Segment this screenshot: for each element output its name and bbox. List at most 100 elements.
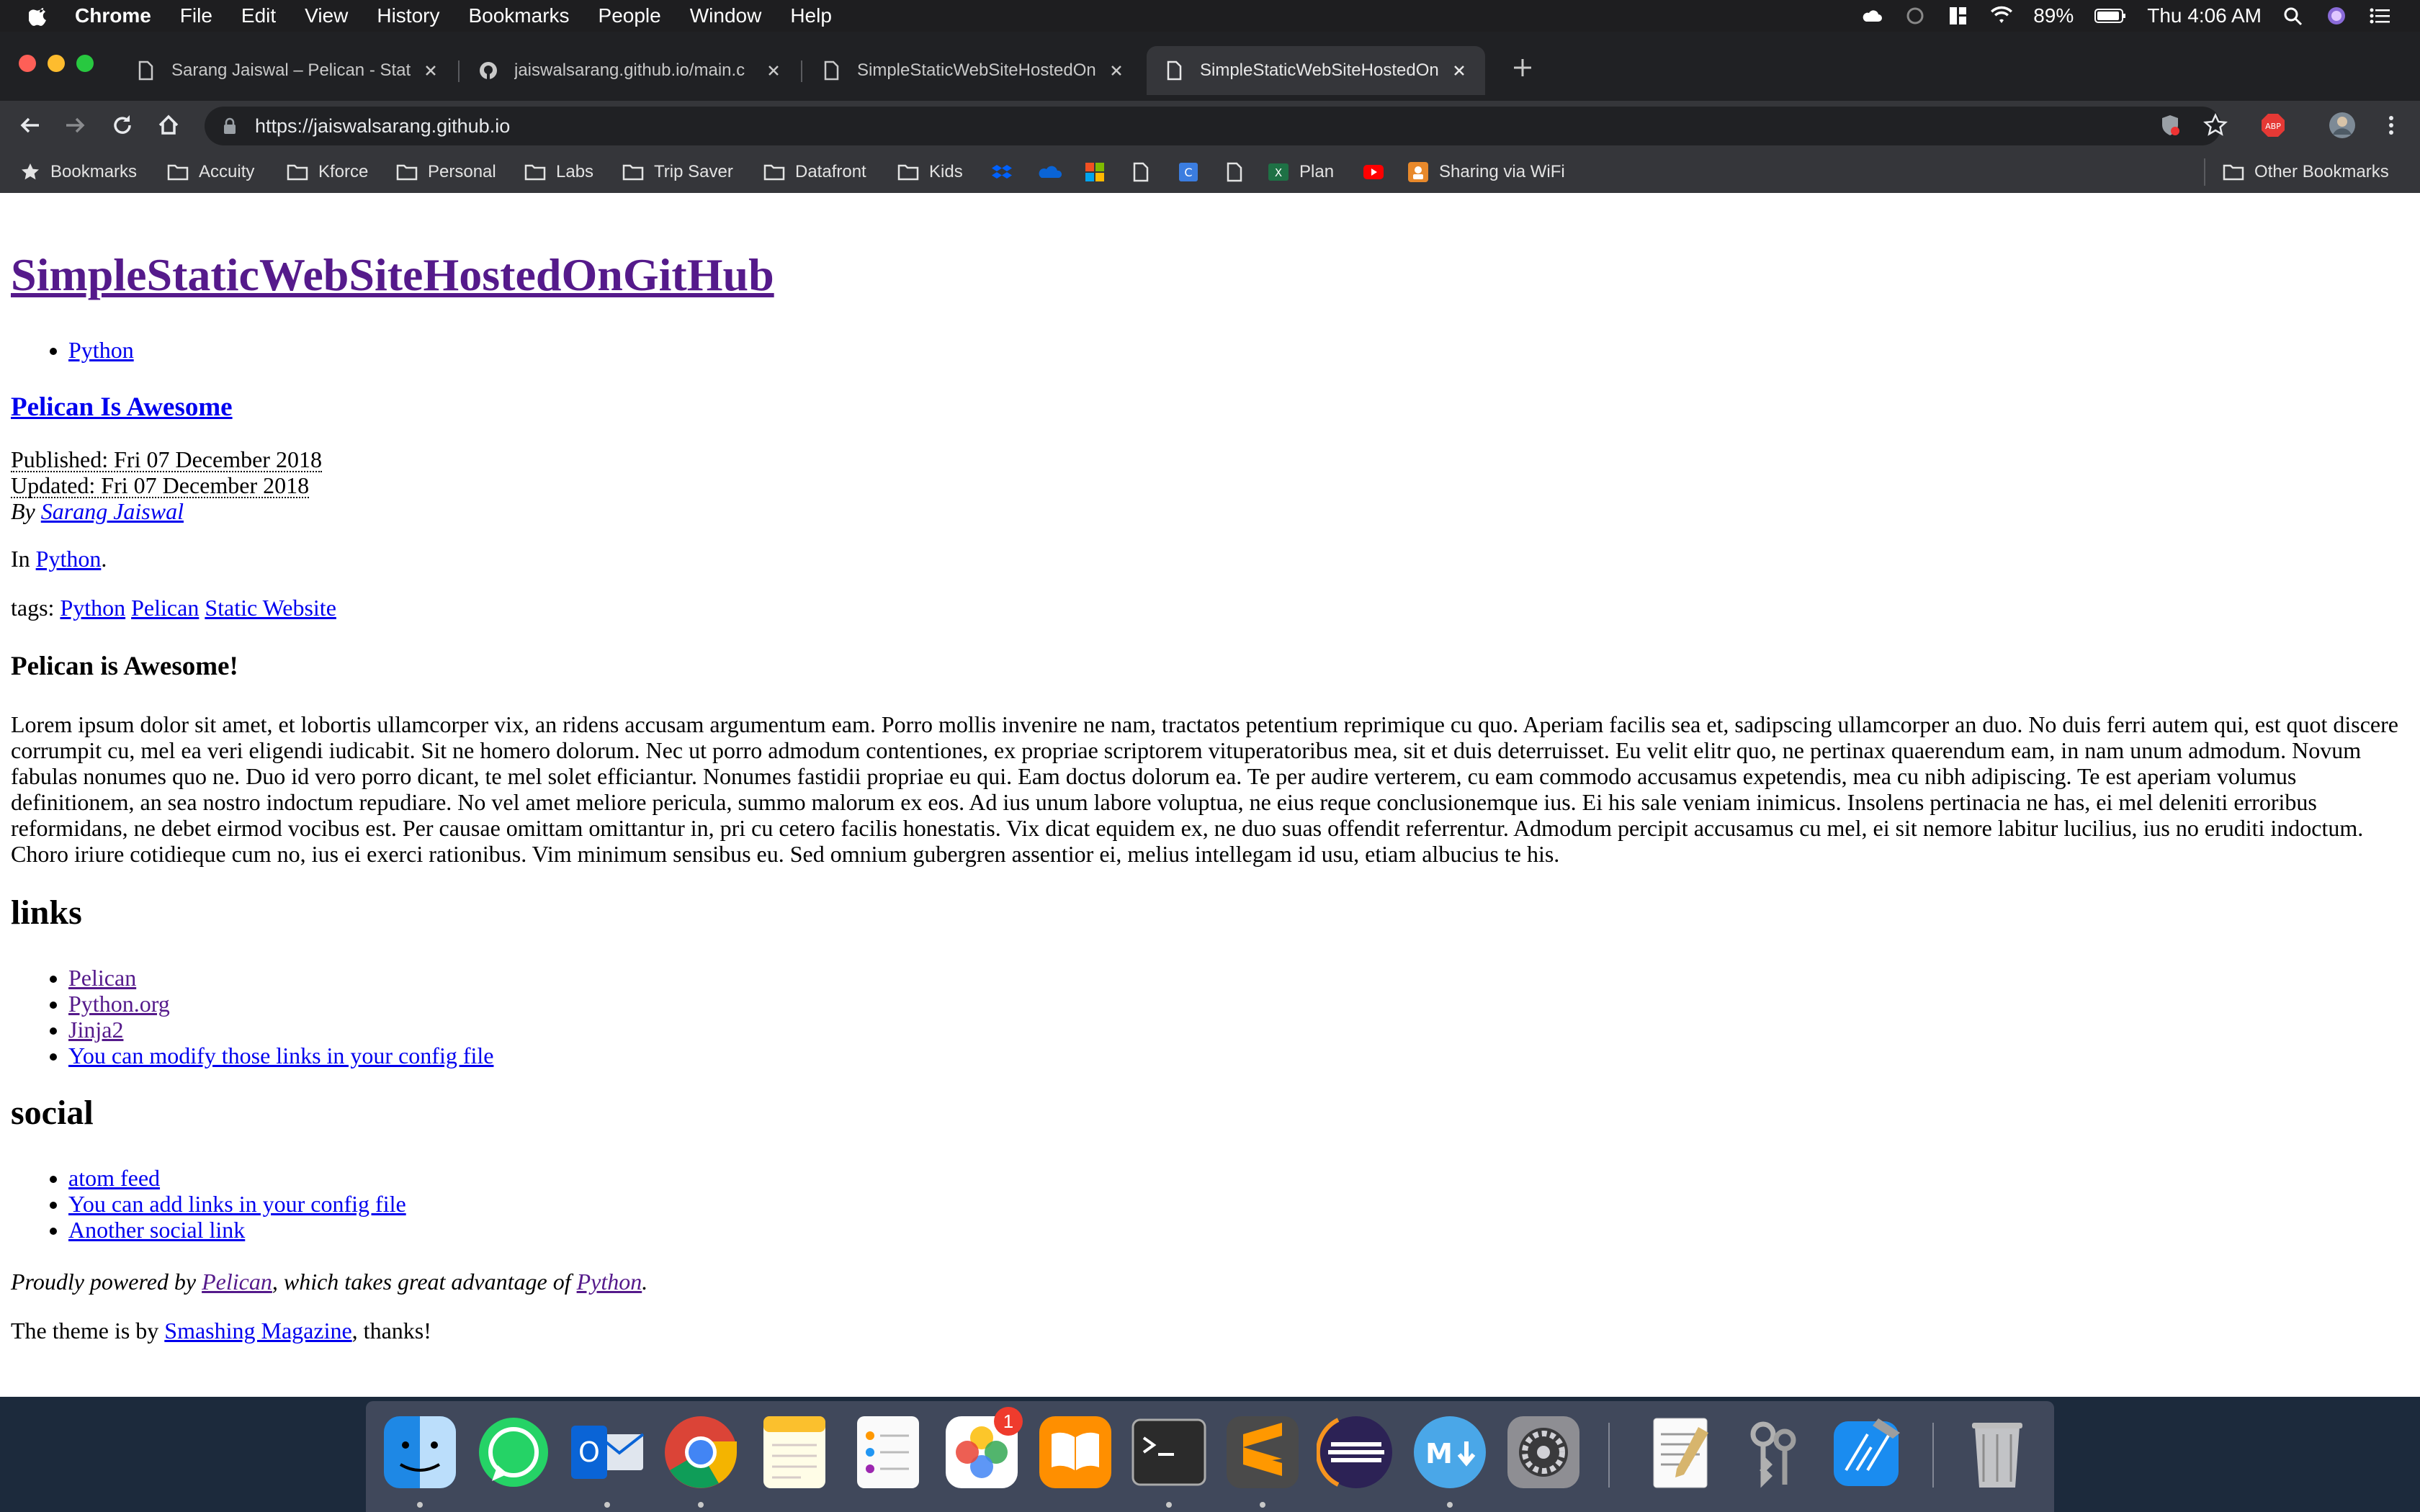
- social-add-links[interactable]: You can add links in your config file: [68, 1191, 406, 1217]
- sublime-text-icon[interactable]: [1223, 1413, 1302, 1492]
- siri-icon[interactable]: [2325, 6, 2348, 26]
- tab-2[interactable]: jaiswalsarang.github.io/main.c: [461, 46, 799, 95]
- tab-3[interactable]: SimpleStaticWebSiteHostedOn: [804, 46, 1142, 95]
- document-icon[interactable]: [1132, 162, 1150, 182]
- menu-help[interactable]: Help: [790, 4, 832, 27]
- back-icon[interactable]: [16, 111, 45, 140]
- whatsapp-icon[interactable]: [474, 1413, 553, 1492]
- trash-icon[interactable]: [1958, 1413, 2037, 1492]
- menu-edit[interactable]: Edit: [241, 4, 276, 27]
- footer-smashing-link[interactable]: Smashing Magazine: [164, 1318, 351, 1344]
- minimize-window-button[interactable]: [48, 55, 65, 72]
- xcode-icon[interactable]: [1828, 1413, 1907, 1492]
- bookmark-folder-accuity[interactable]: Accuity: [167, 151, 254, 193]
- keychain-access-icon[interactable]: [1734, 1413, 1814, 1492]
- bookmark-other-bookmarks[interactable]: Other Bookmarks: [2223, 151, 2389, 193]
- bookmark-folder-datafront[interactable]: Datafront: [763, 151, 866, 193]
- menu-window[interactable]: Window: [690, 4, 762, 27]
- bookmark-label: Kforce: [318, 162, 369, 181]
- close-tab-icon[interactable]: [1108, 62, 1125, 79]
- link-python-org[interactable]: Python.org: [68, 991, 170, 1017]
- author-link[interactable]: Sarang Jaiswal: [41, 498, 184, 524]
- c-app-icon[interactable]: C: [1178, 162, 1198, 182]
- bookmark-folder-trip-saver[interactable]: Trip Saver: [622, 151, 733, 193]
- cloud-icon[interactable]: [1860, 6, 1883, 26]
- profile-avatar-icon[interactable]: [2328, 111, 2357, 140]
- apple-icon[interactable]: [29, 5, 50, 27]
- zoom-window-button[interactable]: [76, 55, 94, 72]
- nav-link-python[interactable]: Python: [68, 337, 134, 363]
- footer-python-link[interactable]: Python: [577, 1269, 642, 1295]
- terminal-icon[interactable]: [1129, 1413, 1209, 1492]
- footer-theme-prefix: The theme is by: [11, 1318, 159, 1344]
- bookmark-folder-kforce[interactable]: Kforce: [287, 151, 368, 193]
- footer-pelican-link[interactable]: Pelican: [202, 1269, 272, 1295]
- menu-people[interactable]: People: [599, 4, 661, 27]
- menu-app-name[interactable]: Chrome: [75, 4, 151, 27]
- window-layout-icon[interactable]: [1947, 6, 1970, 26]
- close-tab-icon[interactable]: [422, 62, 439, 79]
- link-pelican[interactable]: Pelican: [68, 965, 136, 991]
- chrome-menu-icon[interactable]: [2377, 111, 2406, 140]
- menu-history[interactable]: History: [377, 4, 439, 27]
- bookmark-folder-personal[interactable]: Personal: [396, 151, 496, 193]
- bookmark-folder-labs[interactable]: Labs: [524, 151, 593, 193]
- onedrive-icon[interactable]: [1037, 163, 1062, 181]
- close-tab-icon[interactable]: [1451, 62, 1468, 79]
- battery-icon[interactable]: [2094, 6, 2127, 26]
- books-icon[interactable]: [1036, 1413, 1115, 1492]
- tab-4-active[interactable]: SimpleStaticWebSiteHostedOn: [1147, 46, 1485, 95]
- eclipse-icon[interactable]: [1317, 1413, 1396, 1492]
- finder-icon[interactable]: [380, 1413, 460, 1492]
- sync-icon[interactable]: [1904, 6, 1927, 26]
- notification-center-icon[interactable]: [2368, 6, 2391, 26]
- notes-icon[interactable]: [755, 1413, 834, 1492]
- bookmark-star-icon[interactable]: [2201, 111, 2230, 140]
- menu-view[interactable]: View: [305, 4, 348, 27]
- microsoft-icon[interactable]: [1085, 162, 1105, 182]
- markdown-editor-icon[interactable]: M: [1410, 1413, 1489, 1492]
- tag-link-static-website[interactable]: Static Website: [205, 595, 336, 621]
- system-preferences-icon[interactable]: [1504, 1413, 1583, 1492]
- forward-icon[interactable]: [60, 111, 89, 140]
- document-icon[interactable]: [1226, 162, 1243, 182]
- menu-file[interactable]: File: [180, 4, 212, 27]
- chrome-icon[interactable]: [661, 1413, 740, 1492]
- link-modify-config[interactable]: You can modify those links in your confi…: [68, 1043, 493, 1068]
- youtube-icon[interactable]: [1363, 163, 1384, 181]
- link-jinja2[interactable]: Jinja2: [68, 1017, 123, 1043]
- social-another-link[interactable]: Another social link: [68, 1217, 245, 1243]
- reload-icon[interactable]: [108, 111, 137, 140]
- adblock-plus-icon[interactable]: ABP: [2259, 111, 2287, 140]
- article-title-link[interactable]: Pelican Is Awesome: [11, 392, 233, 422]
- tag-link-pelican[interactable]: Pelican: [131, 595, 199, 621]
- wifi-icon[interactable]: [1990, 6, 2013, 26]
- spotlight-search-icon[interactable]: [2282, 6, 2305, 26]
- site-title-link[interactable]: SimpleStaticWebSiteHostedOnGitHub: [11, 249, 774, 300]
- menu-clock[interactable]: Thu 4:06 AM: [2147, 4, 2262, 27]
- textedit-icon[interactable]: [1641, 1413, 1720, 1492]
- close-tab-icon[interactable]: [765, 62, 782, 79]
- dropbox-icon[interactable]: [991, 163, 1013, 181]
- social-atom-feed[interactable]: atom feed: [68, 1165, 160, 1191]
- outlook-icon[interactable]: O: [568, 1413, 647, 1492]
- tab-title: SimpleStaticWebSiteHostedOn: [1200, 60, 1439, 80]
- bookmark-folder-kids[interactable]: Kids: [897, 151, 963, 193]
- new-tab-icon[interactable]: [1510, 55, 1536, 81]
- tab-1[interactable]: Sarang Jaiswal – Pelican - Stat: [118, 46, 457, 95]
- reminders-icon[interactable]: [848, 1413, 928, 1492]
- folder-icon: [396, 164, 418, 181]
- close-window-button[interactable]: [19, 55, 36, 72]
- links-list: Pelican Python.org Jinja2 You can modify…: [11, 965, 493, 1068]
- home-icon[interactable]: [154, 111, 183, 140]
- category-link[interactable]: Python: [36, 546, 102, 572]
- lock-icon[interactable]: [220, 117, 239, 135]
- address-url[interactable]: https://jaiswalsarang.github.io: [255, 115, 510, 138]
- tag-link-python[interactable]: Python: [60, 595, 125, 621]
- security-shield-icon[interactable]: [2158, 111, 2182, 140]
- bookmark-plan[interactable]: X Plan: [1268, 151, 1334, 193]
- bookmark-bookmarks[interactable]: Bookmarks: [20, 151, 137, 193]
- menu-bookmarks[interactable]: Bookmarks: [468, 4, 569, 27]
- bookmark-sharing-via-wifi[interactable]: Sharing via WiFi: [1407, 151, 1565, 193]
- address-bar[interactable]: https://jaiswalsarang.github.io: [205, 107, 2221, 145]
